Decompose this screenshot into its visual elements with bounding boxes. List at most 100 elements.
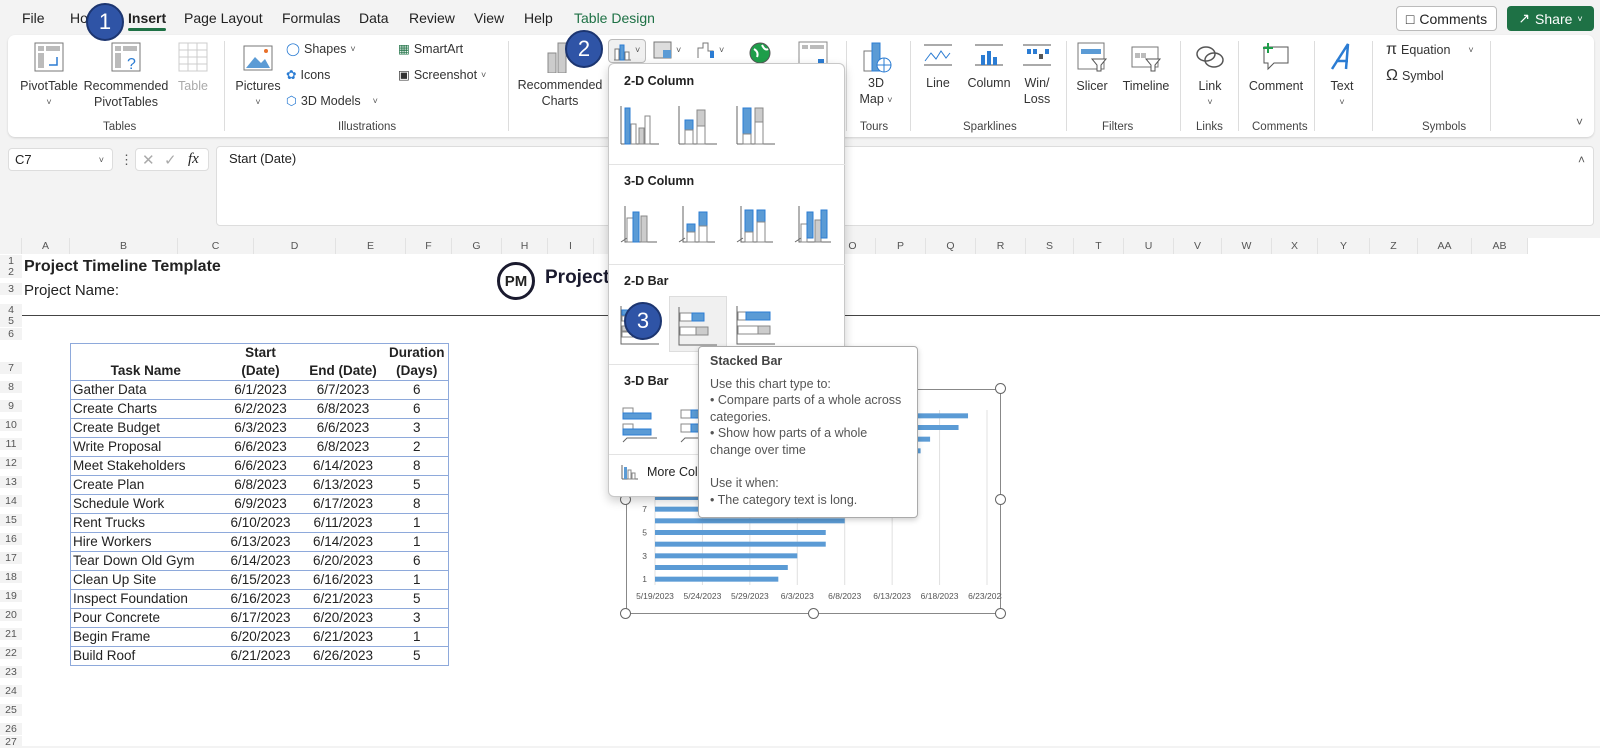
column-header[interactable]: D xyxy=(254,238,336,254)
column-header[interactable]: A xyxy=(22,238,70,254)
bar[interactable] xyxy=(655,530,826,535)
header-end-date[interactable]: End (Date) xyxy=(300,343,386,381)
column-header[interactable]: H xyxy=(502,238,548,254)
bar[interactable] xyxy=(655,576,779,582)
end-date-cell[interactable]: 6/6/2023 xyxy=(300,418,386,438)
duration-cell[interactable]: 8 xyxy=(385,494,449,514)
task-name-cell[interactable]: Write Proposal xyxy=(70,437,221,457)
task-name-cell[interactable]: Create Plan xyxy=(70,475,221,495)
column-header[interactable]: X xyxy=(1272,238,1318,254)
more-options-icon[interactable]: ⋮ xyxy=(120,152,133,168)
duration-cell[interactable]: 6 xyxy=(385,380,449,400)
duration-cell[interactable]: 5 xyxy=(385,589,449,609)
text-button[interactable]: Text ˅ xyxy=(1322,41,1362,110)
row-header[interactable]: 17 xyxy=(0,552,22,564)
collapse-formula-bar-icon[interactable]: ˅ xyxy=(1578,152,1585,166)
resize-handle-bottom-middle[interactable] xyxy=(808,608,819,619)
duration-cell[interactable]: 1 xyxy=(385,627,449,647)
stacked-column-icon[interactable] xyxy=(677,102,721,146)
end-date-cell[interactable]: 6/21/2023 xyxy=(300,589,386,609)
symbol-button[interactable]: Ω Symbol xyxy=(1386,67,1444,85)
select-all-corner[interactable] xyxy=(0,238,22,254)
link-button[interactable]: Link ˅ xyxy=(1188,41,1232,110)
sparkline-winloss-button[interactable]: Win/ Loss xyxy=(1018,41,1056,107)
end-date-cell[interactable]: 6/14/2023 xyxy=(300,456,386,476)
sparkline-line-button[interactable]: Line xyxy=(918,41,958,91)
3d-models-button[interactable]: ⬡ 3D Models ˅ xyxy=(286,93,378,109)
task-name-cell[interactable]: Begin Frame xyxy=(70,627,221,647)
column-header[interactable]: E xyxy=(336,238,406,254)
row-header[interactable]: 9 xyxy=(0,400,22,412)
comment-button[interactable]: Comment xyxy=(1246,41,1306,94)
tab-review[interactable]: Review xyxy=(409,10,455,26)
duration-cell[interactable]: 3 xyxy=(385,418,449,438)
row-header[interactable]: 19 xyxy=(0,590,22,602)
header-task-name[interactable]: Task Name xyxy=(70,343,221,381)
smartart-button[interactable]: ▦ SmartArt xyxy=(398,41,463,57)
start-date-cell[interactable]: 6/15/2023 xyxy=(220,570,301,590)
end-date-cell[interactable]: 6/26/2023 xyxy=(300,646,386,666)
duration-cell[interactable]: 5 xyxy=(385,646,449,666)
bar[interactable] xyxy=(655,541,826,547)
3d-clustered-column-icon[interactable] xyxy=(619,202,663,246)
tab-formulas[interactable]: Formulas xyxy=(282,10,340,26)
row-header[interactable]: 10 xyxy=(0,419,22,431)
slicer-button[interactable]: Slicer xyxy=(1072,41,1112,94)
column-header[interactable]: R xyxy=(976,238,1026,254)
duration-cell[interactable]: 5 xyxy=(385,475,449,495)
row-header[interactable]: 24 xyxy=(0,685,22,697)
tab-view[interactable]: View xyxy=(474,10,504,26)
100-stacked-bar-icon[interactable] xyxy=(735,302,779,346)
resize-handle-middle-right[interactable] xyxy=(995,494,1006,505)
row-header[interactable]: 11 xyxy=(0,438,22,450)
tab-file[interactable]: File xyxy=(22,10,45,26)
resize-handle-top-right[interactable] xyxy=(995,383,1006,394)
row-header[interactable]: 6 xyxy=(0,328,22,340)
start-date-cell[interactable]: 6/1/2023 xyxy=(220,380,301,400)
task-name-cell[interactable]: Create Charts xyxy=(70,399,221,419)
end-date-cell[interactable]: 6/20/2023 xyxy=(300,608,386,628)
stacked-bar-option-hover[interactable] xyxy=(669,296,727,352)
column-header[interactable]: I xyxy=(548,238,594,254)
end-date-cell[interactable]: 6/13/2023 xyxy=(300,475,386,495)
row-header[interactable]: 22 xyxy=(0,647,22,659)
3d-stacked-column-icon[interactable] xyxy=(677,202,721,246)
sparkline-column-button[interactable]: Column xyxy=(964,41,1014,91)
pivottable-button[interactable]: PivotTable ˅ xyxy=(20,41,78,110)
column-header[interactable]: U xyxy=(1124,238,1174,254)
start-date-cell[interactable]: 6/21/2023 xyxy=(220,646,301,666)
column-header[interactable]: S xyxy=(1026,238,1074,254)
tab-data[interactable]: Data xyxy=(359,10,389,26)
end-date-cell[interactable]: 6/21/2023 xyxy=(300,627,386,647)
row-header[interactable]: 3 xyxy=(0,283,22,295)
resize-handle-bottom-left[interactable] xyxy=(620,608,631,619)
row-header[interactable]: 20 xyxy=(0,609,22,621)
column-chart-dropdown-button[interactable]: ˅ xyxy=(608,39,646,63)
task-name-cell[interactable]: Gather Data xyxy=(70,380,221,400)
row-header[interactable]: 5 xyxy=(0,315,22,327)
row-header[interactable]: 26 xyxy=(0,723,22,735)
end-date-cell[interactable]: 6/11/2023 xyxy=(300,513,386,533)
task-name-cell[interactable]: Inspect Foundation xyxy=(70,589,221,609)
row-header[interactable]: 8 xyxy=(0,381,22,393)
column-header[interactable]: V xyxy=(1174,238,1222,254)
start-date-cell[interactable]: 6/13/2023 xyxy=(220,532,301,552)
column-header[interactable]: AA xyxy=(1418,238,1472,254)
icons-button[interactable]: ✿ Icons xyxy=(286,67,330,83)
duration-cell[interactable]: 1 xyxy=(385,570,449,590)
column-header[interactable]: G xyxy=(452,238,502,254)
tab-table-design[interactable]: Table Design xyxy=(574,10,655,26)
end-date-cell[interactable]: 6/14/2023 xyxy=(300,532,386,552)
tab-insert[interactable]: Insert xyxy=(128,10,167,31)
column-header[interactable]: C xyxy=(178,238,254,254)
start-date-cell[interactable]: 6/10/2023 xyxy=(220,513,301,533)
row-header[interactable]: 13 xyxy=(0,476,22,488)
3d-clustered-bar-icon[interactable] xyxy=(619,402,663,446)
task-name-cell[interactable]: Rent Trucks xyxy=(70,513,221,533)
row-header[interactable]: 25 xyxy=(0,704,22,716)
row-header[interactable]: 12 xyxy=(0,457,22,469)
tab-page-layout[interactable]: Page Layout xyxy=(184,10,263,26)
table-button[interactable]: Table xyxy=(173,41,213,94)
pictures-button[interactable]: Pictures ˅ xyxy=(234,43,282,110)
recommended-pivottables-button[interactable]: ? Recommended PivotTables xyxy=(83,41,169,110)
